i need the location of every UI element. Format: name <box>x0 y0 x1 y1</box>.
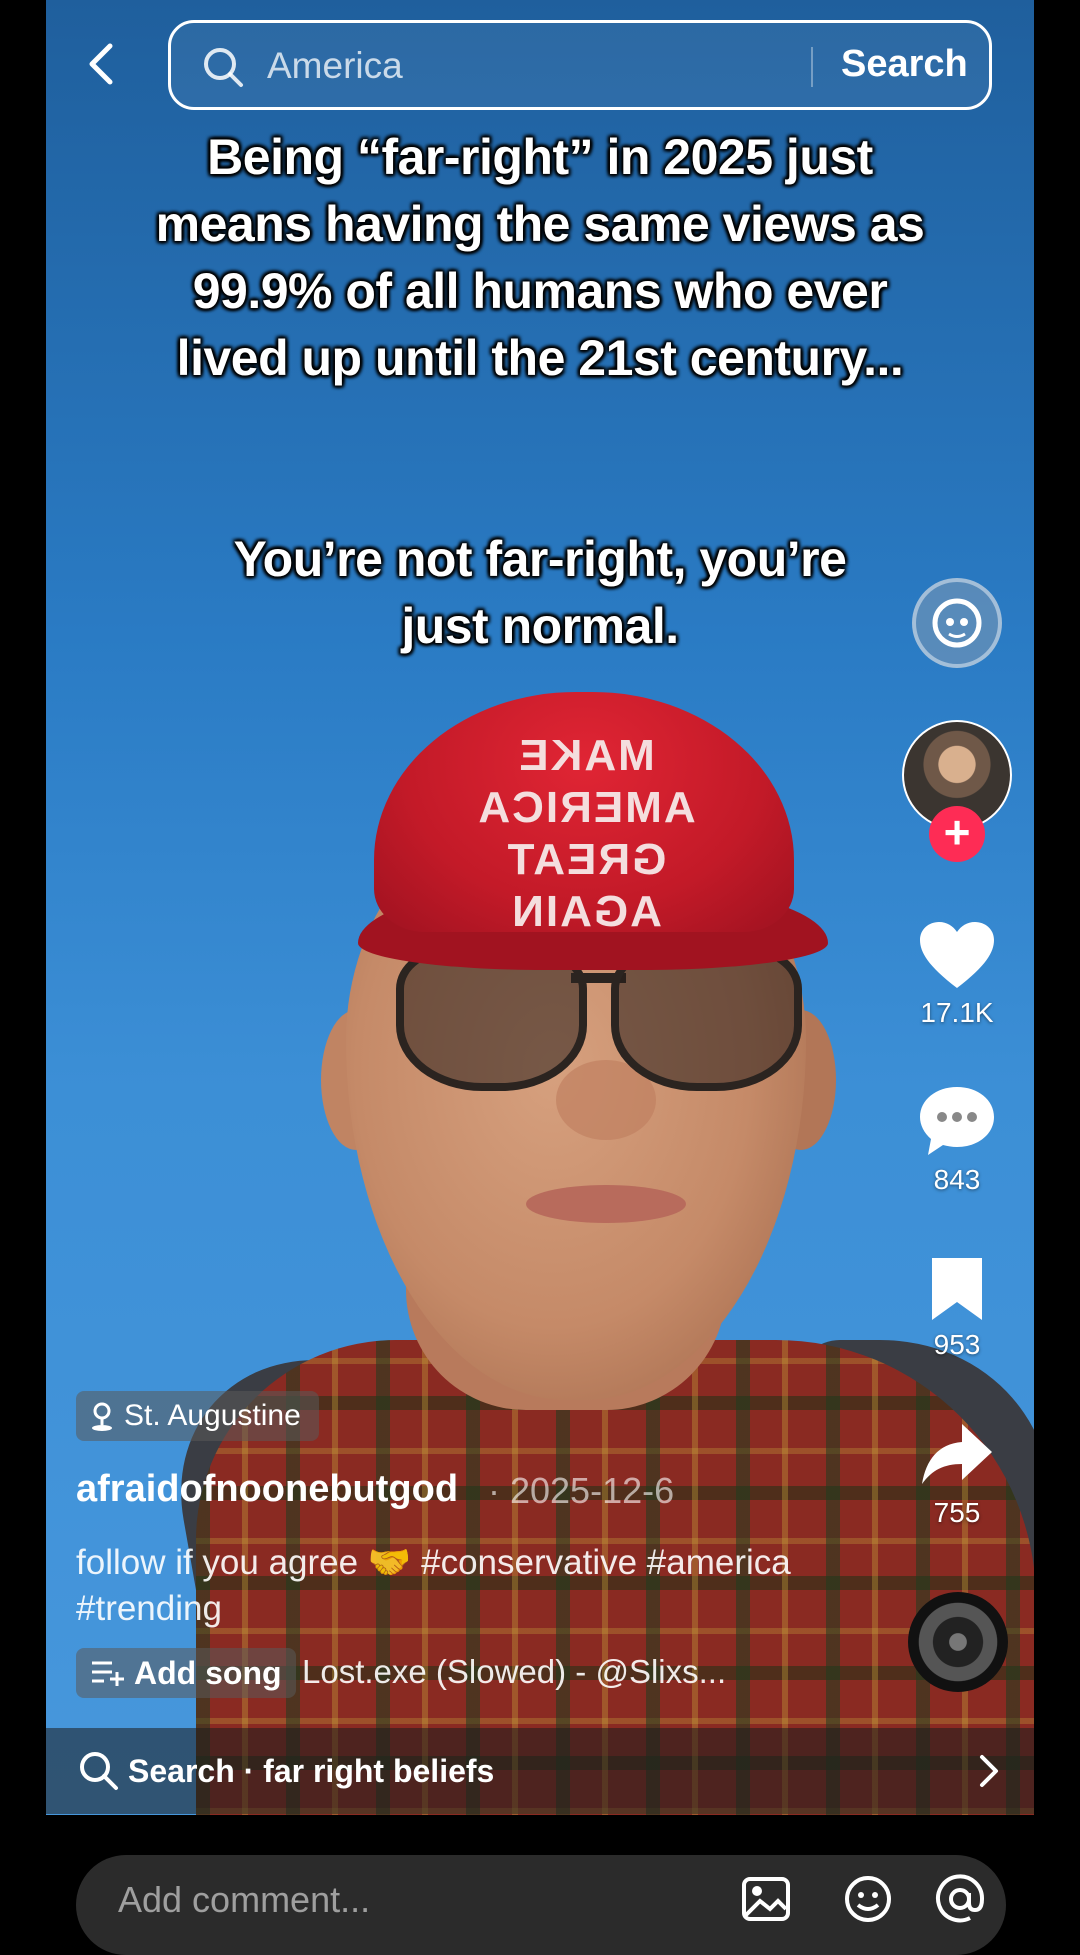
share-count: 755 <box>933 1497 981 1528</box>
chevron-right-icon <box>980 1755 998 1787</box>
ai-assistant-button[interactable] <box>912 578 1002 668</box>
like-count: 17.1K <box>920 997 994 1028</box>
back-button[interactable] <box>80 42 124 86</box>
image-icon[interactable] <box>740 1873 792 1925</box>
overlay-text-tagline: You’re not far-right, you’re just normal… <box>233 531 847 654</box>
search-input[interactable]: America Search <box>168 20 992 110</box>
related-search-bar[interactable]: Search · far right beliefs <box>46 1728 1034 1814</box>
comment-input[interactable]: Add comment... <box>76 1855 1006 1955</box>
bookmark-icon <box>932 1258 982 1320</box>
emoji-icon[interactable] <box>842 1873 894 1925</box>
comment-bubble-icon <box>920 1087 994 1155</box>
comment-count: 843 <box>933 1164 981 1195</box>
overlay-text-main: Being “far-right” in 2025 just means hav… <box>155 129 925 386</box>
post-date: · 2025-12-6 <box>488 1470 675 1511</box>
related-search-label: Search · far right beliefs <box>128 1752 495 1789</box>
comment-button[interactable]: 843 <box>897 1085 1017 1196</box>
song-title[interactable]: Lost.exe (Slowed) - @Slixs... <box>302 1653 726 1691</box>
playlist-add-icon <box>92 1661 124 1686</box>
chevron-left-icon <box>89 43 113 85</box>
music-disc[interactable] <box>908 1592 1008 1692</box>
add-song-button[interactable]: Add song <box>76 1648 296 1698</box>
location-label: St. Augustine <box>124 1399 301 1432</box>
search-query: America <box>267 45 403 86</box>
creator-username[interactable]: afraidofnoonebutgod <box>76 1468 458 1511</box>
location-tag[interactable]: St. Augustine <box>76 1391 319 1441</box>
search-icon <box>204 48 243 87</box>
comment-placeholder: Add comment... <box>118 1879 371 1920</box>
divider <box>811 47 813 87</box>
like-button[interactable]: 17.1K <box>897 920 1017 1029</box>
robot-face-icon <box>932 598 982 648</box>
mention-icon[interactable] <box>934 1873 986 1925</box>
save-count: 953 <box>933 1329 981 1360</box>
location-pin-icon <box>92 1402 112 1431</box>
follow-button[interactable]: + <box>929 806 985 862</box>
share-button[interactable]: 755 <box>897 1420 1017 1529</box>
search-icon <box>80 1752 118 1790</box>
post-caption[interactable]: follow if you agree 🤝 #conservative #ame… <box>76 1540 796 1632</box>
add-song-label: Add song <box>134 1654 282 1691</box>
save-button[interactable]: 953 <box>897 1256 1017 1361</box>
search-button[interactable]: Search <box>841 43 968 86</box>
cap-text: MAKE AMERICA GREAT AGAIN <box>476 731 696 936</box>
heart-icon <box>920 922 994 988</box>
share-arrow-icon <box>922 1424 992 1484</box>
mouth <box>526 1185 686 1223</box>
